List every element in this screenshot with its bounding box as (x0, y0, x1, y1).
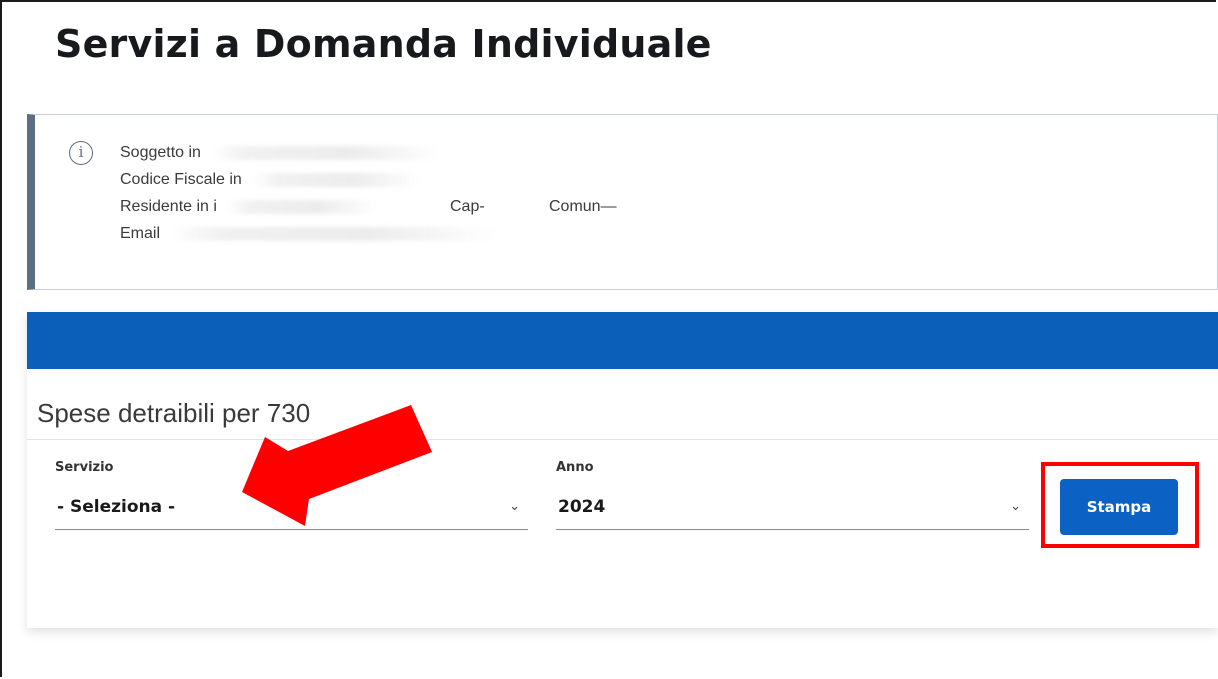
chevron-down-icon: ⌄ (509, 498, 520, 513)
comune-label: Comun— (549, 198, 617, 215)
email-label: Email (120, 225, 161, 242)
card-header-bar (27, 312, 1218, 369)
codice-fiscale-label: Codice Fiscale in (120, 171, 242, 188)
redacted-text (227, 199, 378, 214)
servizio-select[interactable]: - Seleziona - ⌄ (55, 489, 528, 530)
servizio-field: Servizio - Seleziona - ⌄ (55, 460, 528, 530)
info-line-codice-fiscale: Codice Fiscale in (120, 170, 500, 197)
stampa-button[interactable]: Stampa (1060, 479, 1178, 535)
info-line-residente: Residente in i Cap- Comun— (120, 197, 617, 224)
info-lines: Soggetto in Codice Fiscale in Residente … (120, 143, 617, 251)
section-title: Spese detraibili per 730 (37, 398, 311, 428)
servizio-selected-value: - Seleziona - (57, 497, 176, 517)
redacted-text (252, 172, 423, 187)
residente-label: Residente in i (120, 198, 217, 215)
info-callout: i Soggetto in Codice Fiscale in Resident… (27, 114, 1218, 290)
spese-card: Spese detraibili per 730 Servizio - Sele… (27, 312, 1218, 628)
divider (27, 439, 1218, 440)
anno-field: Anno 2024 ⌄ (556, 460, 1029, 530)
anno-select[interactable]: 2024 ⌄ (556, 489, 1029, 530)
redacted-text (211, 145, 442, 160)
chevron-down-icon: ⌄ (1010, 498, 1021, 513)
anno-label: Anno (556, 460, 594, 475)
info-line-soggetto: Soggetto in (120, 143, 500, 170)
info-circle-icon: i (69, 141, 93, 165)
soggetto-label: Soggetto in (120, 144, 201, 161)
redacted-text (170, 226, 501, 241)
cap-label: Cap- (450, 198, 485, 215)
info-line-email: Email (120, 224, 501, 251)
servizio-label: Servizio (55, 460, 114, 475)
anno-selected-value: 2024 (558, 497, 606, 517)
page-title: Servizi a Domanda Individuale (55, 22, 712, 66)
